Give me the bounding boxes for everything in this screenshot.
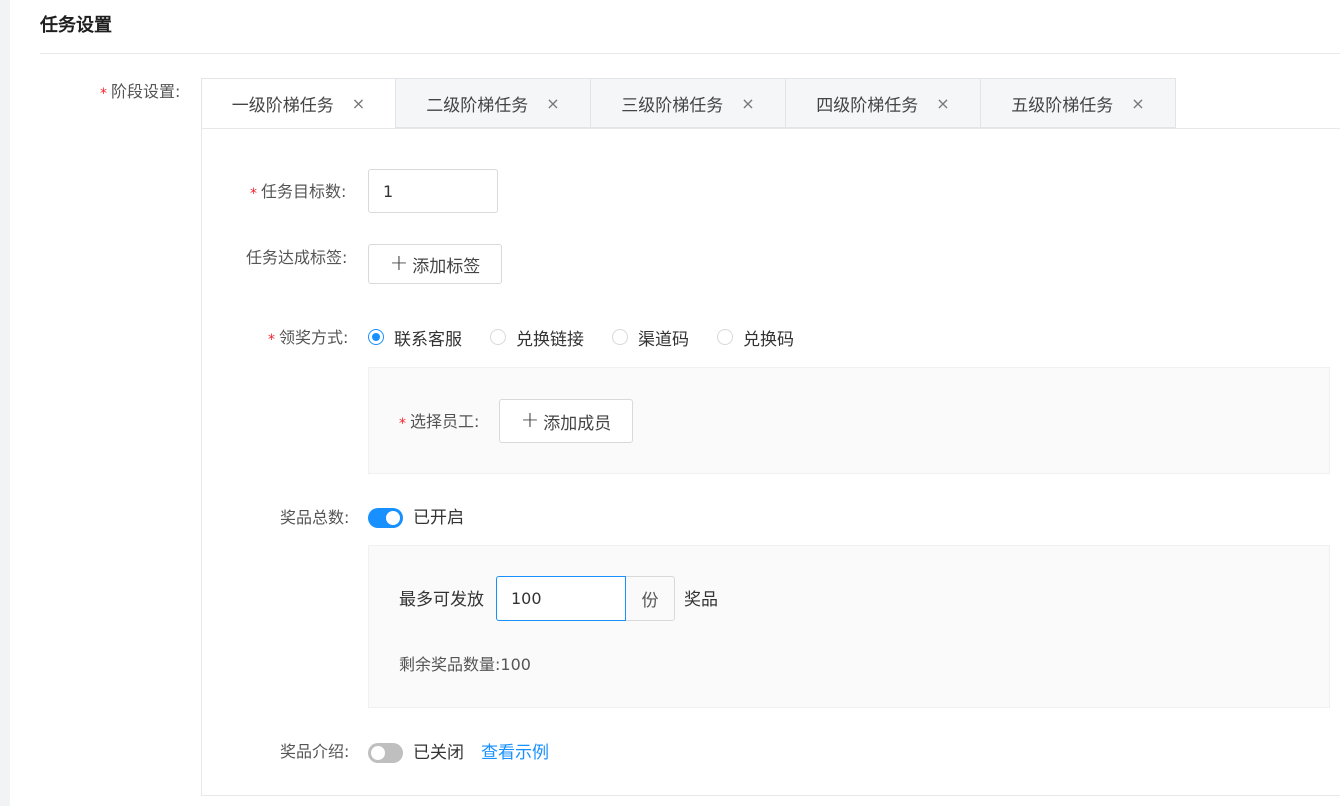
prize-intro-label: 奖品介绍:: [280, 742, 350, 761]
close-icon[interactable]: ×: [546, 94, 559, 113]
remaining-prize-value: 100: [500, 655, 531, 674]
prize-total-label: 奖品总数:: [280, 508, 350, 527]
radio-exchange-link[interactable]: 兑换链接: [490, 325, 584, 350]
radio-unchecked-icon: [612, 329, 628, 345]
radio-redeem-code[interactable]: 兑换码: [717, 325, 794, 350]
tab-label: 三级阶梯任务: [621, 95, 724, 116]
prize-total-status: 已开启: [413, 508, 464, 528]
radio-unchecked-icon: [490, 329, 506, 345]
reward-method-radio-group: 联系客服 兑换链接 渠道码 兑换码: [368, 325, 822, 350]
view-example-link[interactable]: 查看示例: [481, 741, 549, 765]
left-strip: [0, 0, 10, 806]
stage-tabs: 一级阶梯任务 × 二级阶梯任务 × 三级阶梯任务 × 四级阶梯任务 × 五级阶梯…: [201, 78, 1176, 129]
max-issue-label: 最多可发放: [399, 590, 484, 610]
tab-level-1[interactable]: 一级阶梯任务 ×: [201, 78, 396, 129]
radio-contact-service[interactable]: 联系客服: [368, 325, 462, 350]
tab-label: 五级阶梯任务: [1011, 95, 1114, 116]
prize-suffix: 奖品: [684, 590, 718, 610]
remaining-prize-text: 剩余奖品数量:100: [399, 655, 531, 674]
prize-intro-switch[interactable]: [368, 743, 403, 763]
target-count-label: * 任务目标数:: [250, 182, 347, 202]
switch-knob: [386, 511, 400, 525]
add-tag-button[interactable]: + 添加标签: [368, 244, 502, 284]
section-divider: [40, 53, 1340, 54]
add-member-button[interactable]: + 添加成员: [499, 399, 633, 443]
plus-icon: +: [389, 251, 409, 276]
prize-intro-status: 已关闭: [413, 743, 464, 763]
prize-total-box: [368, 545, 1330, 708]
tab-level-3[interactable]: 三级阶梯任务 ×: [591, 78, 786, 128]
tab-label: 二级阶梯任务: [426, 95, 529, 116]
close-icon[interactable]: ×: [352, 94, 365, 113]
prize-total-switch[interactable]: [368, 508, 403, 528]
radio-checked-icon: [368, 329, 384, 345]
required-mark: *: [100, 86, 107, 102]
tab-level-5[interactable]: 五级阶梯任务 ×: [981, 78, 1176, 128]
plus-icon: +: [520, 408, 540, 433]
add-tag-button-label: 添加标签: [412, 256, 481, 277]
close-icon[interactable]: ×: [741, 94, 754, 113]
target-count-input[interactable]: 1: [368, 169, 498, 213]
add-member-button-label: 添加成员: [543, 413, 612, 434]
max-issue-input[interactable]: 100: [496, 576, 626, 621]
stage-settings-label: * 阶段设置:: [100, 82, 181, 102]
tab-label: 一级阶梯任务: [231, 96, 334, 116]
close-icon[interactable]: ×: [1131, 94, 1144, 113]
section-title: 任务设置: [40, 15, 112, 36]
switch-knob: [371, 746, 385, 760]
close-icon[interactable]: ×: [936, 94, 949, 113]
radio-unchecked-icon: [717, 329, 733, 345]
radio-channel-code[interactable]: 渠道码: [612, 325, 689, 350]
tab-level-4[interactable]: 四级阶梯任务 ×: [786, 78, 981, 128]
select-staff-label: * 选择员工:: [399, 412, 480, 432]
tab-label: 四级阶梯任务: [816, 95, 919, 116]
unit-addon: 份: [626, 576, 675, 621]
achieve-tag-label: 任务达成标签:: [246, 248, 348, 267]
reward-method-label: * 领奖方式:: [268, 328, 349, 348]
tab-level-2[interactable]: 二级阶梯任务 ×: [396, 78, 591, 128]
